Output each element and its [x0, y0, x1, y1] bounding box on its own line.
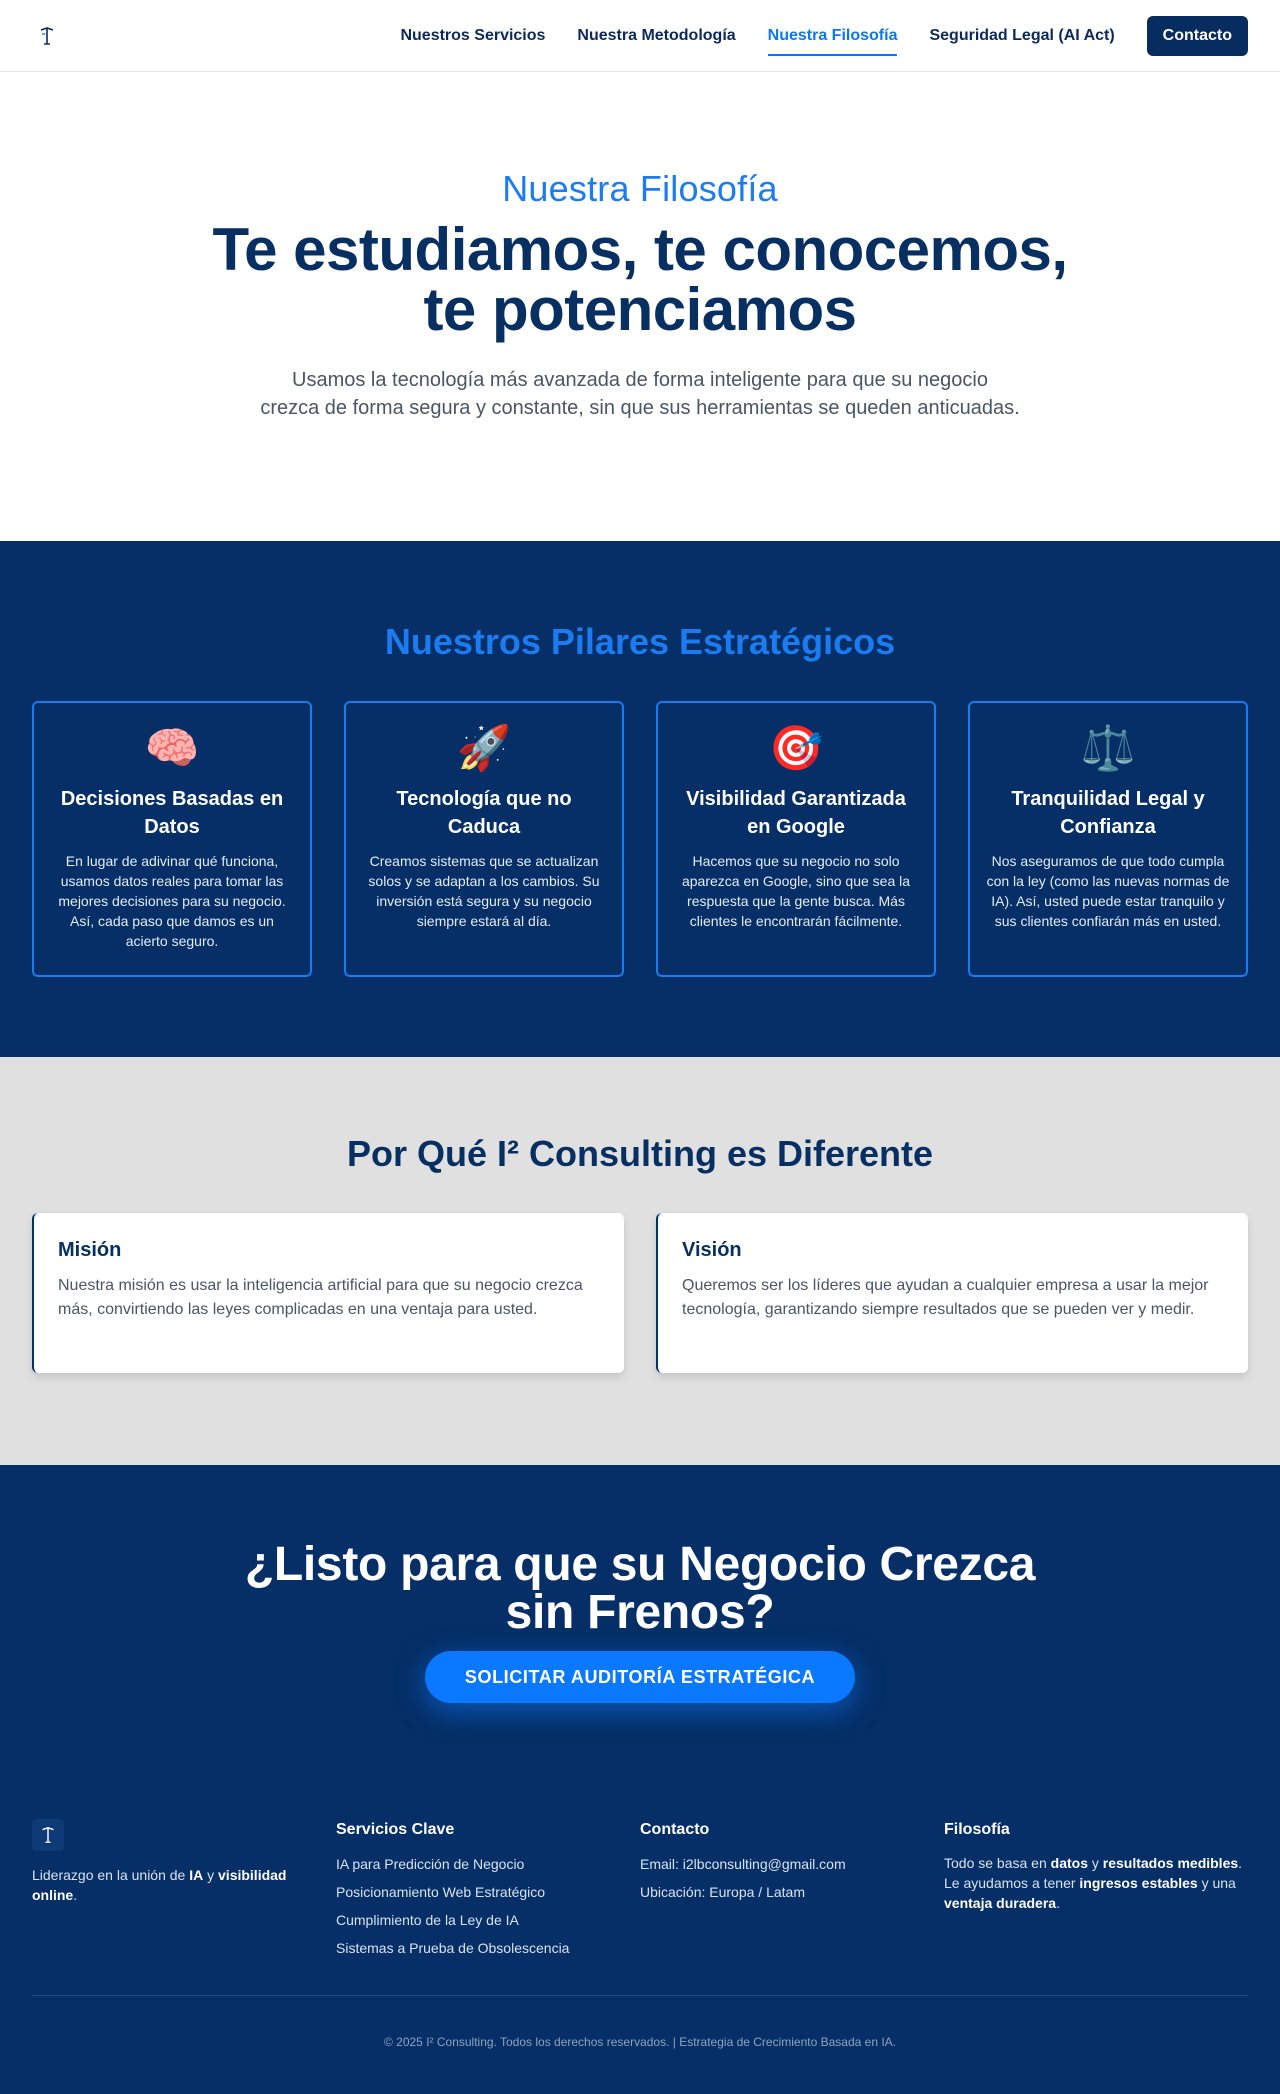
footer-philosophy-text: Todo se basa en datos y resultados medib…	[944, 1855, 1243, 1911]
pillar-text: En lugar de adivinar qué funciona, usamo…	[58, 853, 286, 949]
pillar-title: Decisiones Basadas en Datos	[60, 788, 284, 838]
mission-text: Nuestra misión es usar la inteligencia a…	[58, 1277, 583, 1318]
logo-icon	[40, 26, 54, 45]
footer-email-link[interactable]: Email: i2lbconsulting@gmail.com	[640, 1855, 944, 1873]
main-nav: Nuestros Servicios Nuestra Metodología N…	[400, 0, 1248, 72]
hero-section: Nuestra Filosofía Te estudiamos, te cono…	[0, 72, 1280, 541]
pillar-card: ⚖️ Tranquilidad Legal y Confianza Nos as…	[968, 701, 1248, 977]
target-icon: 🎯	[768, 724, 824, 773]
nav-item-seguridad-legal[interactable]: Seguridad Legal (AI Act)	[929, 0, 1114, 72]
footer-philosophy-title: Filosofía	[944, 1821, 1010, 1838]
hero-title: Te estudiamos, te conocemos, te potencia…	[0, 220, 1280, 340]
cta-title-line1: ¿Listo para que su Negocio Crezca	[244, 1538, 1036, 1591]
cta-title-line2: sin Frenos?	[505, 1586, 775, 1639]
request-audit-button[interactable]: SOLICITAR AUDITORÍA ESTRATÉGICA	[424, 1651, 856, 1703]
footer-location: Ubicación: Europa / Latam	[640, 1884, 805, 1900]
pillar-text: Hacemos que su negocio no solo aparezca …	[681, 853, 911, 929]
vision-text: Queremos ser los líderes que ayudan a cu…	[682, 1277, 1209, 1318]
vision-card: Visión Queremos ser los líderes que ayud…	[656, 1213, 1248, 1373]
vision-title: Visión	[682, 1239, 742, 1261]
pillar-title: Visibilidad Garantizada en Google	[686, 788, 906, 838]
footer-contact: Contacto Email: i2lbconsulting@gmail.com…	[640, 1819, 944, 1957]
pillar-text: Nos aseguramos de que todo cumpla con la…	[986, 853, 1230, 929]
footer-about: Liderazgo en la unión de IA y visibilida…	[32, 1819, 336, 1957]
hero-kicker: Nuestra Filosofía	[502, 168, 778, 209]
footer-link[interactable]: IA para Predicción de Negocio	[336, 1855, 640, 1873]
footer-columns: Liderazgo en la unión de IA y visibilida…	[32, 1819, 1248, 1957]
mission-title: Misión	[58, 1239, 122, 1261]
footer-about-text: Liderazgo en la unión de IA y visibilida…	[32, 1867, 287, 1903]
contact-button[interactable]: Contacto	[1146, 16, 1248, 56]
pillar-text: Creamos sistemas que se actualizan solos…	[368, 853, 600, 929]
why-title: Por Qué I² Consulting es Diferente	[346, 1133, 934, 1174]
pillars-grid: 🧠 Decisiones Basadas en Datos En lugar d…	[0, 701, 1280, 977]
footer-services-title: Servicios Clave	[336, 1821, 455, 1838]
rocket-icon: 🚀	[456, 724, 512, 773]
footer-philosophy: Filosofía Todo se basa en datos y result…	[944, 1819, 1248, 1957]
pillar-card: 🎯 Visibilidad Garantizada en Google Hace…	[656, 701, 936, 977]
footer-logo[interactable]	[32, 1819, 64, 1851]
footer-link[interactable]: Cumplimiento de la Ley de IA	[336, 1911, 640, 1929]
scales-icon: ⚖️	[1080, 724, 1136, 773]
pillar-title: Tecnología que no Caduca	[396, 788, 572, 838]
footer-contact-title: Contacto	[640, 1821, 710, 1838]
nav-item-filosofia[interactable]: Nuestra Filosofía	[767, 0, 897, 72]
pillars-title: Nuestros Pilares Estratégicos	[384, 621, 896, 662]
site-footer: Liderazgo en la unión de IA y visibilida…	[0, 1775, 1280, 2094]
nav-item-metodologia[interactable]: Nuestra Metodología	[577, 0, 735, 72]
logo-icon	[42, 1827, 54, 1843]
brain-icon: 🧠	[144, 724, 200, 773]
nav-item-servicios[interactable]: Nuestros Servicios	[400, 0, 545, 72]
footer-link[interactable]: Sistemas a Prueba de Obsolescencia	[336, 1939, 640, 1957]
pillar-card: 🚀 Tecnología que no Caduca Creamos siste…	[344, 701, 624, 977]
footer-divider	[32, 1995, 1248, 1996]
hero-title-line2: te potenciamos	[423, 276, 857, 343]
cta-section: ¿Listo para que su Negocio Crezca sin Fr…	[0, 1465, 1280, 1775]
logo[interactable]	[32, 21, 62, 51]
why-section: Por Qué I² Consulting es Diferente Misió…	[0, 1057, 1280, 1465]
pillar-title: Tranquilidad Legal y Confianza	[1011, 788, 1205, 838]
footer-services: Servicios Clave IA para Predicción de Ne…	[336, 1819, 640, 1957]
cta-title: ¿Listo para que su Negocio Crezca sin Fr…	[0, 1541, 1280, 1637]
mission-card: Misión Nuestra misión es usar la intelig…	[32, 1213, 624, 1373]
hero-subtitle: Usamos la tecnología más avanzada de for…	[260, 369, 1020, 419]
site-header: Nuestros Servicios Nuestra Metodología N…	[0, 0, 1280, 72]
hero-title-line1: Te estudiamos, te conocemos,	[212, 216, 1068, 283]
pillars-section: Nuestros Pilares Estratégicos 🧠 Decision…	[0, 541, 1280, 1057]
pillar-card: 🧠 Decisiones Basadas en Datos En lugar d…	[32, 701, 312, 977]
footer-link[interactable]: Posicionamiento Web Estratégico	[336, 1883, 640, 1901]
why-cards: Misión Nuestra misión es usar la intelig…	[0, 1213, 1280, 1373]
footer-copyright: © 2025 I² Consulting. Todos los derechos…	[383, 2035, 896, 2049]
